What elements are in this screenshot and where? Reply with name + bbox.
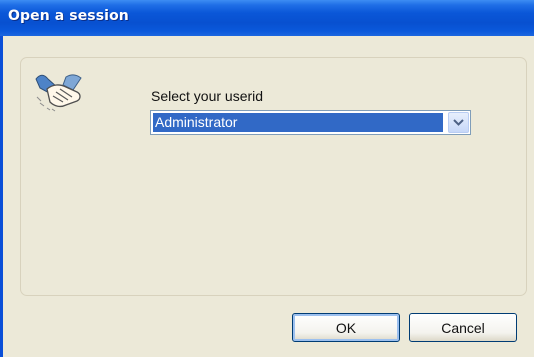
session-panel: [20, 57, 527, 296]
handshake-icon: [35, 74, 82, 112]
window-title: Open a session: [8, 8, 129, 24]
chevron-down-icon: [453, 119, 464, 126]
dropdown-button[interactable]: [448, 112, 469, 133]
ok-button[interactable]: OK: [292, 313, 400, 342]
open-session-dialog: Open a session Select your userid Admini…: [0, 0, 534, 357]
title-bar[interactable]: Open a session: [0, 0, 534, 36]
userid-label: Select your userid: [151, 88, 264, 104]
cancel-button[interactable]: Cancel: [409, 313, 517, 342]
userid-select[interactable]: Administrator: [150, 110, 471, 135]
selected-userid[interactable]: Administrator: [153, 113, 443, 132]
